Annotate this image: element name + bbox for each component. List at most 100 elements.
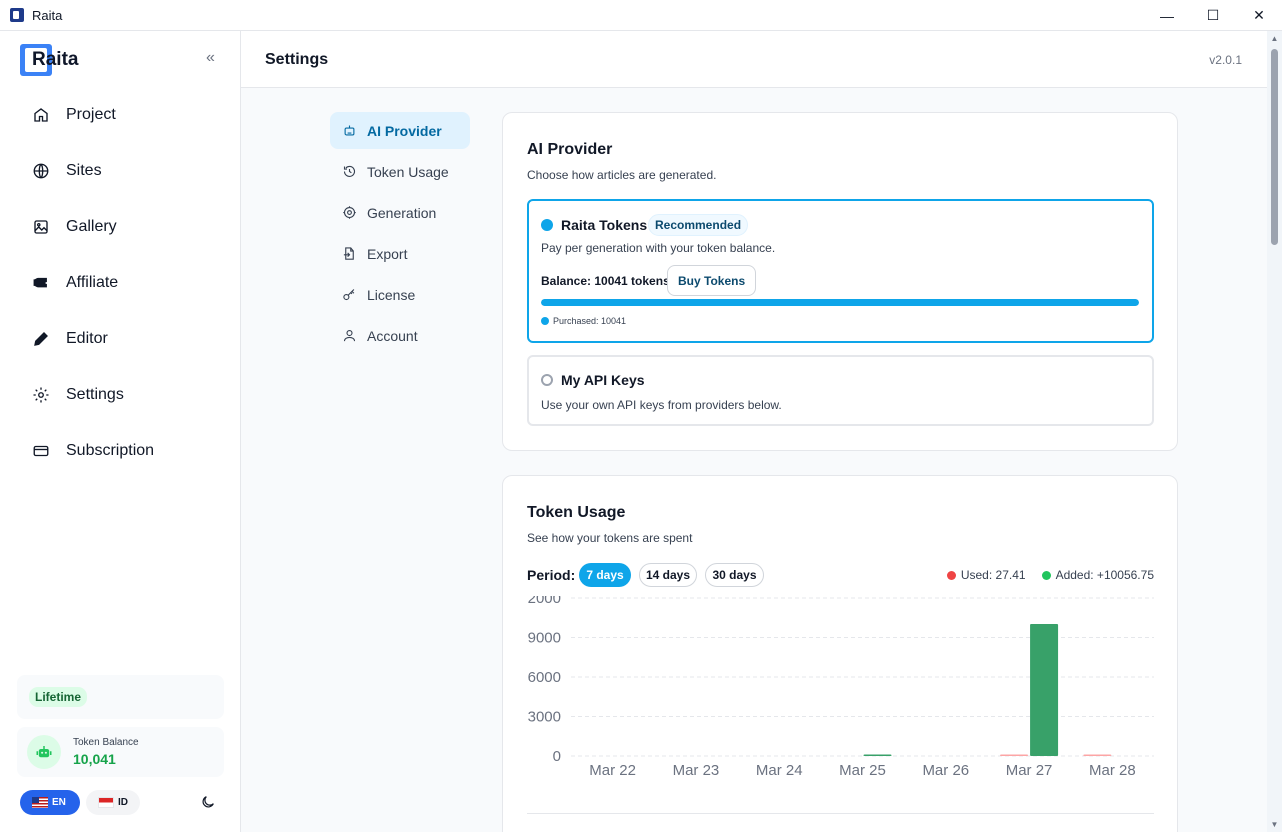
api-keys-option[interactable]: My API Keys Use your own API keys from p… [527,355,1154,426]
scrollbar[interactable]: ▲ ▼ [1267,31,1282,832]
page-header: Settings v2.0.1 [241,31,1267,88]
x-tick-label: Mar 24 [756,762,803,779]
subnav-label: License [367,286,416,303]
chart-divider [527,813,1154,814]
sidebar-item-project[interactable]: Project [0,87,240,143]
language-switcher: EN ID [20,788,230,818]
logo[interactable]: Raita [20,43,78,77]
token-balance-card[interactable]: Token Balance 10,041 [17,727,224,777]
raita-tokens-name: Raita Tokens [561,217,648,233]
language-id-label: ID [118,797,128,808]
bar-added [863,754,892,756]
purchased-legend: Purchased: 10041 [541,316,626,326]
plan-card: Lifetime [17,675,224,719]
main-content: AI Provider Token Usage Generation Expor… [241,88,1267,832]
period-selector: Period: 7 days 14 days 30 days Used: 27.… [527,563,1154,587]
close-button[interactable]: ✕ [1236,0,1282,31]
y-tick-label: 6000 [528,669,561,686]
buy-tokens-button[interactable]: Buy Tokens [667,265,757,296]
x-tick-label: Mar 23 [673,762,720,779]
credit-card-icon [33,445,49,457]
subnav-token-usage[interactable]: Token Usage [330,153,470,190]
used-label: Used: 27.41 [960,568,1026,582]
sidebar-item-affiliate[interactable]: Affiliate [0,255,240,311]
language-en-button[interactable]: EN [20,790,80,815]
x-tick-label: Mar 27 [1006,762,1053,779]
sidebar-item-label: Affiliate [66,274,119,291]
subnav-label: Account [367,327,418,344]
subnav-label: AI Provider [367,122,442,139]
ai-provider-subtitle: Choose how articles are generated. [527,168,717,182]
scroll-thumb[interactable] [1271,49,1278,245]
minimize-button[interactable]: — [1144,0,1190,31]
token-usage-subtitle: See how your tokens are spent [527,531,693,545]
token-balance-line: Balance: 10041 tokens [541,274,670,288]
ai-provider-card: AI Provider Choose how articles are gene… [502,112,1178,451]
token-usage-title: Token Usage [527,504,626,521]
used-legend-item: Used: 27.41 [946,568,1026,582]
x-tick-label: Mar 26 [922,762,969,779]
history-icon [343,165,355,177]
dark-mode-toggle[interactable] [200,794,218,812]
page-title: Settings [265,51,329,68]
export-icon [343,247,354,260]
y-tick-label: 3000 [528,709,561,726]
sidebar-nav: Project Sites Gallery Affiliate Editor S… [0,87,240,479]
period-label: Period: [527,567,576,583]
app-icon [10,8,24,22]
subnav-license[interactable]: License [330,276,470,313]
subnav-account[interactable]: Account [330,317,470,354]
used-dot [946,570,956,580]
subnav-ai-provider[interactable]: AI Provider [330,112,470,149]
pencil-icon [34,332,48,346]
sidebar-item-settings[interactable]: Settings [0,367,240,423]
usage-legend: Used: 27.41 Added: +10056.75 [931,568,1154,582]
scroll-down-arrow[interactable]: ▼ [1267,817,1282,832]
scroll-up-arrow[interactable]: ▲ [1267,31,1282,46]
token-usage-chart: 0 3000 6000 9000 2000 Mar 22 Mar 23 Mar 24 Mar 2… [528,596,1154,779]
sidebar: Raita « Project Sites Gallery Affiliate … [0,31,241,832]
x-tick-label: Mar 28 [1089,762,1136,779]
bar-added [1030,623,1059,756]
x-tick-label: Mar 22 [589,762,636,779]
sidebar-item-subscription[interactable]: Subscription [0,423,240,479]
added-label: Added: +10056.75 [1055,568,1154,582]
id-flag-icon [98,797,114,808]
image-icon [34,220,48,234]
sidebar-item-editor[interactable]: Editor [0,311,240,367]
subnav-label: Generation [367,204,437,221]
sidebar-item-gallery[interactable]: Gallery [0,199,240,255]
collapse-sidebar-button[interactable]: « [206,49,215,67]
purchased-label: Purchased: 10041 [553,316,627,326]
maximize-button[interactable]: ☐ [1190,0,1236,31]
sidebar-item-label: Subscription [66,442,155,459]
x-tick-label: Mar 25 [839,762,886,779]
settings-subnav: AI Provider Token Usage Generation Expor… [330,112,470,358]
language-id-button[interactable]: ID [86,790,140,815]
period-7-days-button[interactable]: 7 days [579,563,631,587]
window-titlebar: Raita — ☐ ✕ [0,0,1282,31]
logo-text: Raita [32,49,79,70]
period-30-days-button[interactable]: 30 days [705,563,764,587]
subnav-generation[interactable]: Generation [330,194,470,231]
token-progress-fill [541,299,1139,306]
token-progress-bar [541,299,1139,306]
api-keys-radio[interactable] [541,374,553,386]
sidebar-item-label: Project [66,106,116,123]
subnav-export[interactable]: Export [330,235,470,272]
recommended-badge: Recommended [648,214,749,236]
raita-tokens-radio[interactable] [541,219,553,231]
raita-tokens-option[interactable]: Raita Tokens Recommended Pay per generat… [527,199,1154,343]
gear-icon [343,206,356,219]
sidebar-item-label: Gallery [66,218,117,235]
robot-icon [344,125,355,136]
gear-icon [33,387,49,403]
sidebar-item-sites[interactable]: Sites [0,143,240,199]
ticket-icon [33,277,47,288]
us-flag-icon [32,797,48,808]
period-14-days-button[interactable]: 14 days [639,563,697,587]
robot-icon [27,735,61,769]
home-icon [34,108,48,122]
y-tick-label: 2000 [528,596,561,607]
token-usage-card: Token Usage See how your tokens are spen… [502,475,1178,832]
